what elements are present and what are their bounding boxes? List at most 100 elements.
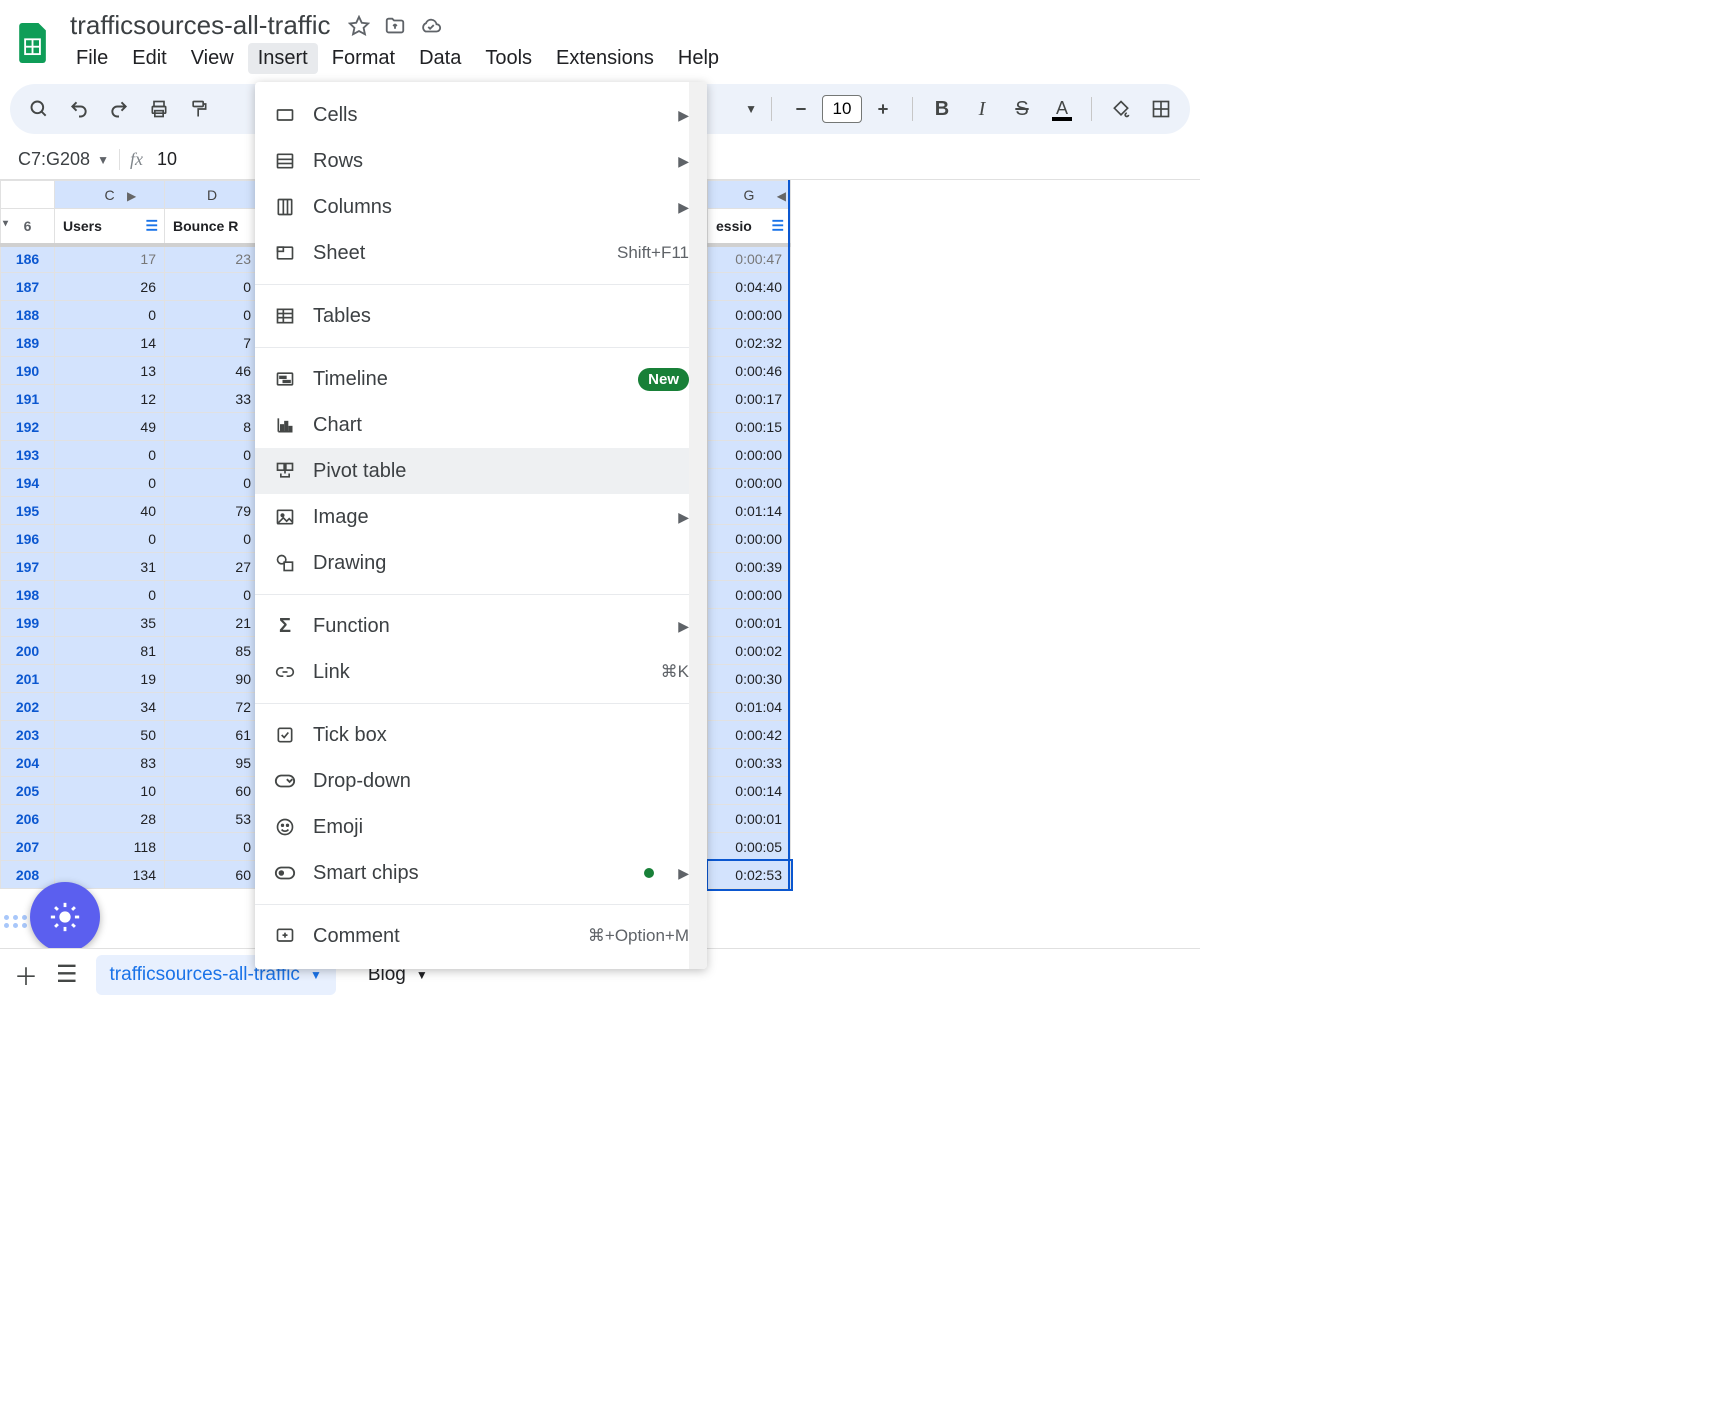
- undo-icon[interactable]: [64, 94, 94, 124]
- row-header[interactable]: 202: [1, 693, 55, 721]
- cell[interactable]: 0: [55, 469, 165, 497]
- row-header[interactable]: 205: [1, 777, 55, 805]
- cell[interactable]: 0: [55, 301, 165, 329]
- select-all-corner[interactable]: [1, 181, 55, 209]
- cell[interactable]: 85: [165, 637, 260, 665]
- print-icon[interactable]: [144, 94, 174, 124]
- cell[interactable]: 0: [165, 301, 260, 329]
- header-session[interactable]: essio☰: [708, 209, 791, 245]
- menu-format[interactable]: Format: [322, 43, 405, 74]
- cell[interactable]: 17: [55, 245, 165, 273]
- menu-data[interactable]: Data: [409, 43, 471, 74]
- row-header[interactable]: 190: [1, 357, 55, 385]
- cell[interactable]: 0:00:30: [708, 665, 791, 693]
- tab-menu-caret-icon[interactable]: ▼: [416, 968, 428, 982]
- insert-smart-chips[interactable]: Smart chips ▶: [255, 850, 707, 896]
- text-color-icon[interactable]: A: [1047, 94, 1077, 124]
- cell[interactable]: 23: [165, 245, 260, 273]
- cell[interactable]: 0: [55, 441, 165, 469]
- search-icon[interactable]: [24, 94, 54, 124]
- cell[interactable]: 14: [55, 329, 165, 357]
- cell[interactable]: 12: [55, 385, 165, 413]
- col-header-c[interactable]: ▶ C: [55, 181, 165, 209]
- cell[interactable]: 0:00:00: [708, 581, 791, 609]
- insert-dropdown[interactable]: Drop-down: [255, 758, 707, 804]
- insert-chart[interactable]: Chart: [255, 402, 707, 448]
- cell[interactable]: 0: [165, 581, 260, 609]
- cloud-status-icon[interactable]: [419, 14, 443, 38]
- paint-format-icon[interactable]: [184, 94, 214, 124]
- name-box[interactable]: C7:G208 ▼: [0, 149, 120, 170]
- filter-icon[interactable]: ☰: [145, 217, 158, 234]
- cell[interactable]: 50: [55, 721, 165, 749]
- col-header-g[interactable]: G ◀: [708, 181, 791, 209]
- cell[interactable]: 61: [165, 721, 260, 749]
- row-header[interactable]: 195: [1, 497, 55, 525]
- cell[interactable]: 0:00:17: [708, 385, 791, 413]
- row-header[interactable]: 200: [1, 637, 55, 665]
- row-header[interactable]: 206: [1, 805, 55, 833]
- insert-comment[interactable]: Comment ⌘+Option+M: [255, 913, 707, 959]
- cell[interactable]: 35: [55, 609, 165, 637]
- insert-tables[interactable]: Tables: [255, 293, 707, 339]
- cell[interactable]: 0: [55, 525, 165, 553]
- cell[interactable]: 0:04:40: [708, 273, 791, 301]
- strikethrough-icon[interactable]: S: [1007, 94, 1037, 124]
- cell[interactable]: 0: [165, 441, 260, 469]
- cell[interactable]: 0: [55, 581, 165, 609]
- assistant-fab[interactable]: [30, 882, 100, 952]
- menu-edit[interactable]: Edit: [122, 43, 176, 74]
- cell[interactable]: 31: [55, 553, 165, 581]
- move-folder-icon[interactable]: [383, 14, 407, 38]
- menu-file[interactable]: File: [66, 43, 118, 74]
- cell[interactable]: 0:00:00: [708, 525, 791, 553]
- insert-pivot-table[interactable]: Pivot table: [255, 448, 707, 494]
- row-header[interactable]: 197: [1, 553, 55, 581]
- col-header-d[interactable]: D: [165, 181, 260, 209]
- sheets-logo[interactable]: [12, 21, 56, 65]
- cell[interactable]: 0:00:00: [708, 441, 791, 469]
- cell[interactable]: 81: [55, 637, 165, 665]
- cell[interactable]: 13: [55, 357, 165, 385]
- insert-image[interactable]: Image ▶: [255, 494, 707, 540]
- row-header[interactable]: 203: [1, 721, 55, 749]
- cell[interactable]: 0:00:01: [708, 609, 791, 637]
- cell[interactable]: 46: [165, 357, 260, 385]
- insert-drawing[interactable]: Drawing: [255, 540, 707, 586]
- insert-columns[interactable]: Columns ▶: [255, 184, 707, 230]
- insert-timeline[interactable]: Timeline New: [255, 356, 707, 402]
- insert-sheet[interactable]: Sheet Shift+F11: [255, 230, 707, 276]
- menu-help[interactable]: Help: [668, 43, 729, 74]
- bold-icon[interactable]: B: [927, 94, 957, 124]
- cell[interactable]: 0: [165, 469, 260, 497]
- font-size-increase-icon[interactable]: [868, 94, 898, 124]
- row-header[interactable]: 194: [1, 469, 55, 497]
- cell[interactable]: 0:00:15: [708, 413, 791, 441]
- cell[interactable]: 0:00:39: [708, 553, 791, 581]
- row-header[interactable]: 199: [1, 609, 55, 637]
- doc-title[interactable]: trafficsources-all-traffic: [66, 8, 335, 43]
- cell[interactable]: 0: [165, 273, 260, 301]
- insert-emoji[interactable]: Emoji: [255, 804, 707, 850]
- cell[interactable]: 34: [55, 693, 165, 721]
- row-header[interactable]: 196: [1, 525, 55, 553]
- row-header[interactable]: 192: [1, 413, 55, 441]
- cell[interactable]: 28: [55, 805, 165, 833]
- menu-extensions[interactable]: Extensions: [546, 43, 664, 74]
- header-users[interactable]: Users☰: [55, 209, 165, 245]
- row-header[interactable]: 198: [1, 581, 55, 609]
- row-header[interactable]: 188: [1, 301, 55, 329]
- row-header-6[interactable]: ▾ 6: [1, 209, 55, 245]
- cell[interactable]: 40: [55, 497, 165, 525]
- cell[interactable]: 0:01:14: [708, 497, 791, 525]
- formula-bar-value[interactable]: 10: [153, 149, 177, 170]
- cell[interactable]: 10: [55, 777, 165, 805]
- add-sheet-icon[interactable]: ＋: [14, 957, 38, 992]
- cell[interactable]: 0:02:32: [708, 329, 791, 357]
- borders-icon[interactable]: [1146, 94, 1176, 124]
- dropdown-scrollbar[interactable]: [689, 82, 707, 969]
- row-header[interactable]: 189: [1, 329, 55, 357]
- insert-cells[interactable]: Cells ▶: [255, 92, 707, 138]
- tab-menu-caret-icon[interactable]: ▼: [310, 968, 322, 982]
- cell[interactable]: 7: [165, 329, 260, 357]
